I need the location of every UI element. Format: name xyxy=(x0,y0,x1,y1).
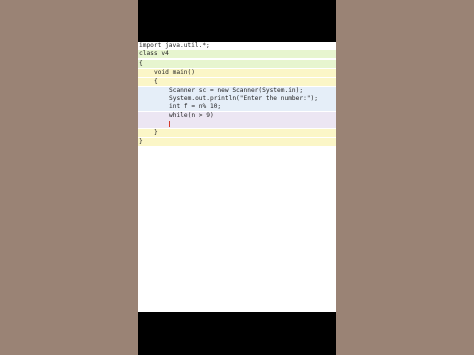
code-line-text: int f = n% 10; xyxy=(169,103,222,110)
code-line[interactable]: void main() xyxy=(138,69,336,77)
code-line-text: void main() xyxy=(154,69,195,76)
code-line[interactable]: } xyxy=(138,138,336,146)
code-line[interactable]: Scanner sc = new Scanner(System.in); xyxy=(138,87,336,95)
code-editor[interactable]: import java.util.*; class v4 { void main… xyxy=(138,42,336,312)
code-line-text: System.out.println("Enter the number:"); xyxy=(169,95,319,102)
code-line[interactable]: { xyxy=(138,78,336,86)
code-line-text: Scanner sc = new Scanner(System.in); xyxy=(169,87,304,94)
code-line-text: { xyxy=(139,60,143,67)
code-line[interactable]: while(n > 9) xyxy=(138,112,336,120)
right-background xyxy=(336,0,474,355)
code-line[interactable]: import java.util.*; xyxy=(138,42,336,50)
code-line-text: import java.util.*; xyxy=(139,42,210,49)
code-line[interactable]: } xyxy=(138,129,336,137)
code-line-text: } xyxy=(154,129,158,136)
code-line-text: class v4 xyxy=(139,50,169,57)
code-line[interactable]: class v4 xyxy=(138,50,336,58)
code-line-text: { xyxy=(154,78,158,85)
code-line-text: while(n > 9) xyxy=(169,112,214,119)
code-line[interactable]: int f = n% 10; xyxy=(138,103,336,111)
code-line-active[interactable] xyxy=(138,120,336,128)
code-line[interactable]: { xyxy=(138,60,336,68)
left-background xyxy=(0,0,138,355)
text-cursor xyxy=(169,121,170,127)
code-line-text: } xyxy=(139,138,143,145)
code-line[interactable]: System.out.println("Enter the number:"); xyxy=(138,95,336,103)
